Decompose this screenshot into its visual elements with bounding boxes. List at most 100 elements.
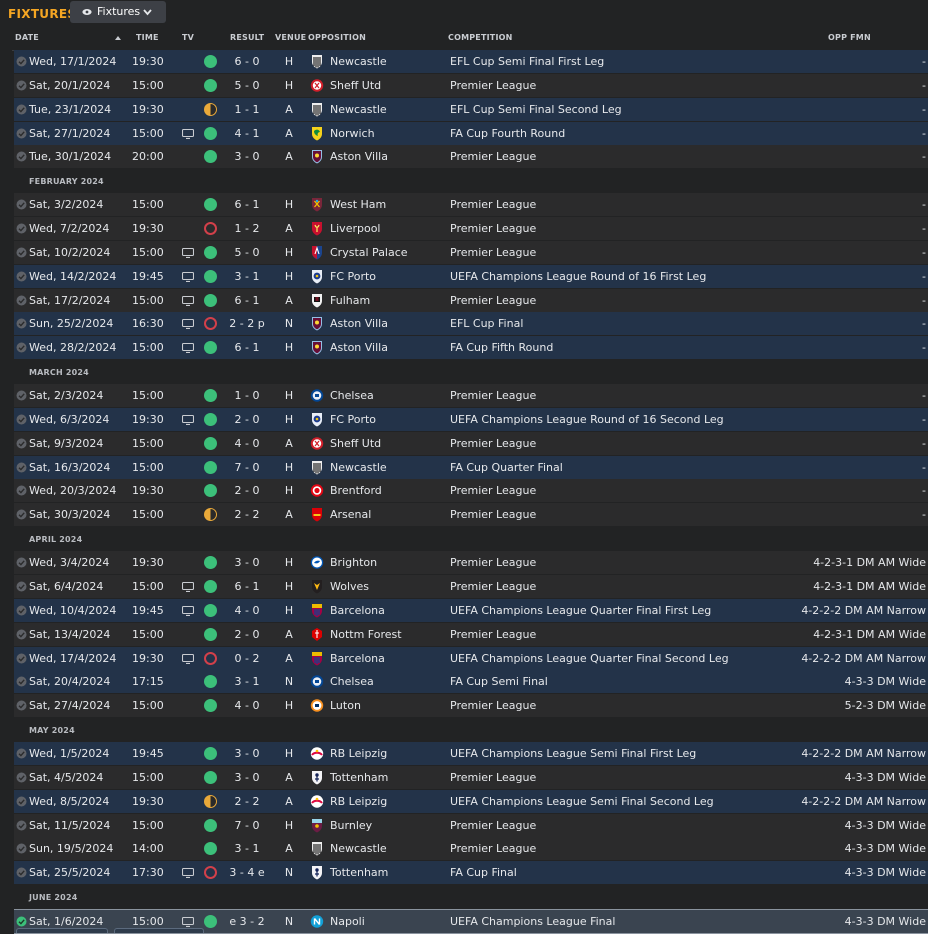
fixture-opposition[interactable]: Luton: [330, 699, 361, 712]
fixture-result[interactable]: 3 - 1: [217, 270, 277, 283]
fixture-row[interactable]: Wed, 8/5/2024 19:30 2 - 2 A RB Leipzig UEFA C…: [14, 790, 928, 813]
fixture-opposition[interactable]: Newcastle: [330, 55, 387, 68]
fixture-result[interactable]: 3 - 1: [217, 842, 277, 855]
fixture-opposition[interactable]: Newcastle: [330, 461, 387, 474]
fixture-result[interactable]: 2 - 2: [217, 795, 277, 808]
fixture-opposition[interactable]: Norwich: [330, 127, 375, 140]
column-header-opposition[interactable]: OPPOSITION: [308, 33, 366, 42]
fixture-opposition[interactable]: Aston Villa: [330, 341, 388, 354]
bottom-tab[interactable]: [16, 928, 108, 933]
fixture-competition[interactable]: FA Cup Fifth Round: [450, 341, 553, 354]
fixture-result[interactable]: 6 - 1: [217, 198, 277, 211]
fixture-competition[interactable]: EFL Cup Semi Final Second Leg: [450, 103, 622, 116]
fixture-competition[interactable]: Premier League: [450, 842, 536, 855]
fixture-opposition[interactable]: Burnley: [330, 819, 372, 832]
column-header-venue[interactable]: VENUE: [275, 33, 306, 42]
fixture-row[interactable]: Wed, 28/2/2024 15:00 6 - 1 H Aston Villa FA C…: [14, 336, 928, 359]
fixture-row[interactable]: Sat, 20/4/2024 17:15 3 - 1 N Chelsea FA Cup S…: [14, 670, 928, 693]
fixture-result[interactable]: 4 - 1: [217, 127, 277, 140]
fixture-result[interactable]: 2 - 0: [217, 413, 277, 426]
fixture-result[interactable]: 5 - 0: [217, 79, 277, 92]
fixture-result[interactable]: 4 - 0: [217, 437, 277, 450]
fixture-result[interactable]: e 3 - 2: [217, 915, 277, 928]
fixture-competition[interactable]: Premier League: [450, 294, 536, 307]
fixture-competition[interactable]: UEFA Champions League Final: [450, 915, 615, 928]
fixture-result[interactable]: 3 - 0: [217, 771, 277, 784]
fixture-row[interactable]: Sat, 16/3/2024 15:00 7 - 0 H Newcastle FA Cup…: [14, 456, 928, 479]
fixture-competition[interactable]: Premier League: [450, 484, 536, 497]
fixture-competition[interactable]: Premier League: [450, 150, 536, 163]
fixture-opposition[interactable]: Brighton: [330, 556, 377, 569]
bottom-tab[interactable]: [114, 928, 204, 933]
fixture-opposition[interactable]: West Ham: [330, 198, 386, 211]
fixture-row[interactable]: Sun, 19/5/2024 14:00 3 - 1 A Newcastle Premie…: [14, 837, 928, 860]
fixture-competition[interactable]: Premier League: [450, 222, 536, 235]
fixture-competition[interactable]: EFL Cup Final: [450, 317, 523, 330]
fixture-result[interactable]: 7 - 0: [217, 819, 277, 832]
fixture-opposition[interactable]: Tottenham: [330, 866, 388, 879]
fixture-result[interactable]: 1 - 2: [217, 222, 277, 235]
fixture-competition[interactable]: UEFA Champions League Quarter Final Seco…: [450, 652, 729, 665]
fixture-opposition[interactable]: Barcelona: [330, 604, 385, 617]
fixture-row[interactable]: Sat, 3/2/2024 15:00 6 - 1 H West Ham Premier …: [14, 193, 928, 216]
fixture-result[interactable]: 7 - 0: [217, 461, 277, 474]
fixture-row[interactable]: Wed, 17/1/2024 19:30 6 - 0 H Newcastle EFL Cu…: [14, 50, 928, 73]
column-header-tv[interactable]: TV: [182, 33, 194, 42]
fixture-opposition[interactable]: Sheff Utd: [330, 79, 381, 92]
fixture-row[interactable]: Tue, 23/1/2024 19:30 1 - 1 A Newcastle EFL Cu…: [14, 98, 928, 121]
fixture-competition[interactable]: FA Cup Fourth Round: [450, 127, 565, 140]
fixture-competition[interactable]: Premier League: [450, 556, 536, 569]
fixture-row[interactable]: Sat, 27/4/2024 15:00 4 - 0 H Luton Premier Le…: [14, 694, 928, 717]
fixture-opposition[interactable]: Aston Villa: [330, 150, 388, 163]
fixture-result[interactable]: 4 - 0: [217, 604, 277, 617]
fixture-opposition[interactable]: Napoli: [330, 915, 365, 928]
fixture-opposition[interactable]: RB Leipzig: [330, 747, 387, 760]
view-dropdown[interactable]: Fixtures: [70, 1, 166, 23]
fixture-result[interactable]: 3 - 0: [217, 556, 277, 569]
fixture-result[interactable]: 3 - 1: [217, 675, 277, 688]
fixture-competition[interactable]: Premier League: [450, 819, 536, 832]
fixture-row[interactable]: Sat, 4/5/2024 15:00 3 - 0 A Tottenham Premier…: [14, 766, 928, 789]
fixture-competition[interactable]: Premier League: [450, 437, 536, 450]
fixture-result[interactable]: 6 - 1: [217, 341, 277, 354]
fixture-row[interactable]: Wed, 10/4/2024 19:45 4 - 0 H Barcelona UEFA C…: [14, 599, 928, 622]
fixture-row[interactable]: Wed, 3/4/2024 19:30 3 - 0 H Brighton Premier …: [14, 551, 928, 574]
fixture-opposition[interactable]: Newcastle: [330, 103, 387, 116]
fixture-row[interactable]: Sat, 13/4/2024 15:00 2 - 0 A Nottm Forest Pre…: [14, 623, 928, 646]
fixture-row[interactable]: Sat, 27/1/2024 15:00 4 - 1 A Norwich FA Cup F…: [14, 122, 928, 145]
fixture-opposition[interactable]: Wolves: [330, 580, 369, 593]
fixture-row[interactable]: Wed, 17/4/2024 19:30 0 - 2 A Barcelona UEFA C…: [14, 647, 928, 670]
column-header-competition[interactable]: COMPETITION: [448, 33, 513, 42]
fixture-result[interactable]: 6 - 1: [217, 294, 277, 307]
fixture-competition[interactable]: Premier League: [450, 771, 536, 784]
fixture-result[interactable]: 4 - 0: [217, 699, 277, 712]
fixture-row[interactable]: Wed, 14/2/2024 19:45 3 - 1 H FC Porto UEFA Ch…: [14, 265, 928, 288]
fixture-competition[interactable]: EFL Cup Semi Final First Leg: [450, 55, 604, 68]
fixture-row[interactable]: Sat, 20/1/2024 15:00 5 - 0 H Sheff Utd Premie…: [14, 74, 928, 97]
fixture-competition[interactable]: Premier League: [450, 198, 536, 211]
column-header-result[interactable]: RESULT: [230, 33, 264, 42]
fixture-competition[interactable]: FA Cup Semi Final: [450, 675, 548, 688]
fixture-result[interactable]: 2 - 0: [217, 484, 277, 497]
fixture-opposition[interactable]: Liverpool: [330, 222, 380, 235]
fixture-opposition[interactable]: Chelsea: [330, 389, 374, 402]
fixture-opposition[interactable]: Aston Villa: [330, 317, 388, 330]
fixture-opposition[interactable]: Nottm Forest: [330, 628, 402, 641]
fixture-competition[interactable]: UEFA Champions League Quarter Final Firs…: [450, 604, 711, 617]
fixture-competition[interactable]: Premier League: [450, 628, 536, 641]
fixture-row[interactable]: Sat, 25/5/2024 17:30 3 - 4 e N Tottenham FA C…: [14, 861, 928, 884]
fixture-row[interactable]: Sat, 10/2/2024 15:00 5 - 0 H Crystal Palace P…: [14, 241, 928, 264]
fixture-competition[interactable]: Premier League: [450, 79, 536, 92]
fixture-competition[interactable]: FA Cup Final: [450, 866, 517, 879]
fixture-competition[interactable]: UEFA Champions League Semi Final First L…: [450, 747, 696, 760]
fixture-opposition[interactable]: Crystal Palace: [330, 246, 408, 259]
column-header-date[interactable]: DATE: [15, 33, 39, 42]
fixture-opposition[interactable]: Fulham: [330, 294, 370, 307]
fixture-competition[interactable]: Premier League: [450, 389, 536, 402]
fixture-competition[interactable]: UEFA Champions League Round of 16 First …: [450, 270, 706, 283]
fixture-competition[interactable]: FA Cup Quarter Final: [450, 461, 563, 474]
fixture-competition[interactable]: UEFA Champions League Round of 16 Second…: [450, 413, 724, 426]
fixture-row[interactable]: Sat, 2/3/2024 15:00 1 - 0 H Chelsea Premier L…: [14, 384, 928, 407]
fixture-row[interactable]: Wed, 20/3/2024 19:30 2 - 0 H Brentford Premie…: [14, 479, 928, 502]
fixture-opposition[interactable]: Sheff Utd: [330, 437, 381, 450]
